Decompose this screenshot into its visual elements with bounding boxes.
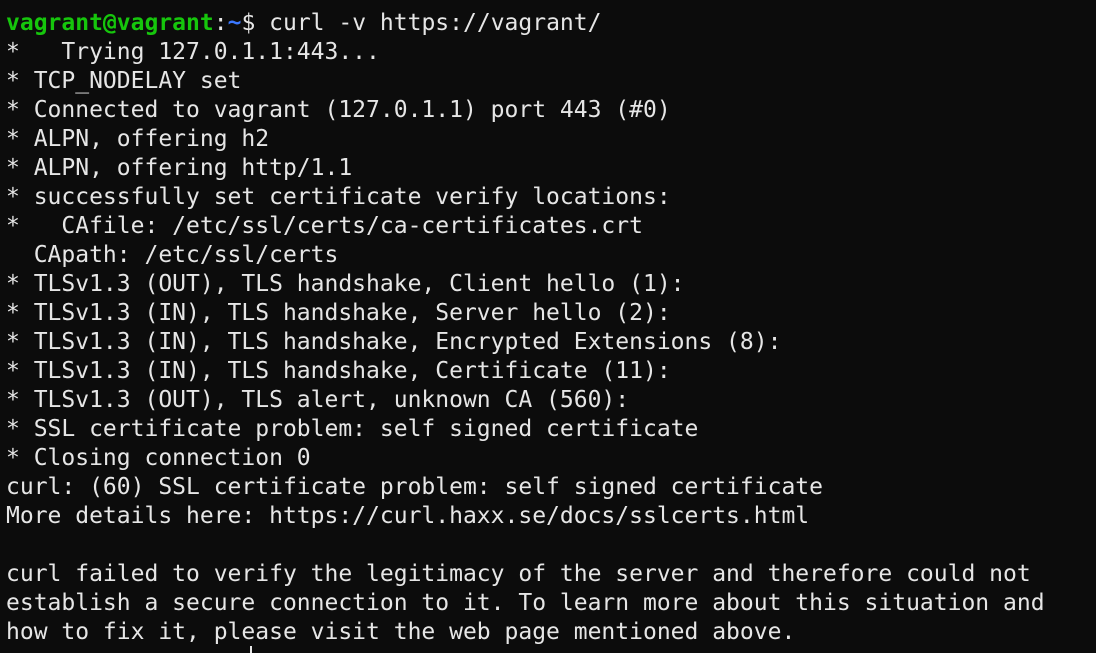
prompt-symbol: $ [241, 10, 256, 36]
prompt-user-host: vagrant@vagrant [6, 10, 214, 36]
prompt-command: curl -v https://vagrant/ [255, 10, 602, 36]
output-line: how to fix it, please visit the web page… [6, 619, 796, 645]
output-line: * TLSv1.3 (IN), TLS handshake, Server he… [6, 300, 671, 326]
output-line: * successfully set certificate verify lo… [6, 184, 671, 210]
output-line: * Trying 127.0.1.1:443... [6, 39, 380, 65]
output-line: * TLSv1.3 (OUT), TLS alert, unknown CA (… [6, 387, 630, 413]
output-line: * Closing connection 0 [6, 445, 311, 471]
prompt-separator: : [213, 10, 228, 36]
output-line: curl failed to verify the legitimacy of … [6, 561, 1031, 587]
output-line: * TLSv1.3 (IN), TLS handshake, Encrypted… [6, 329, 782, 355]
output-line: CApath: /etc/ssl/certs [6, 242, 339, 268]
output-line: * CAfile: /etc/ssl/certs/ca-certificates… [6, 213, 643, 239]
output-line: * TLSv1.3 (IN), TLS handshake, Certifica… [6, 358, 671, 384]
command-prompt-line: vagrant@vagrant:~$ curl -v https://vagra… [6, 9, 1096, 38]
output-line: curl: (60) SSL certificate problem: self… [6, 474, 823, 500]
output-line: establish a secure connection to it. To … [6, 590, 1045, 616]
output-line: * TCP_NODELAY set [6, 68, 242, 94]
terminal-window[interactable]: vagrant@vagrant:~$ curl -v https://vagra… [0, 0, 1096, 653]
output-line: * SSL certificate problem: self signed c… [6, 416, 699, 442]
output-line: * ALPN, offering h2 [6, 126, 270, 152]
output-line: More details here: https://curl.haxx.se/… [6, 503, 810, 529]
text-cursor [250, 646, 252, 653]
output-line: * ALPN, offering http/1.1 [6, 155, 353, 181]
output-line: * TLSv1.3 (OUT), TLS handshake, Client h… [6, 271, 685, 297]
prompt-path: ~ [227, 10, 242, 36]
output-line: * Connected to vagrant (127.0.1.1) port … [6, 97, 671, 123]
